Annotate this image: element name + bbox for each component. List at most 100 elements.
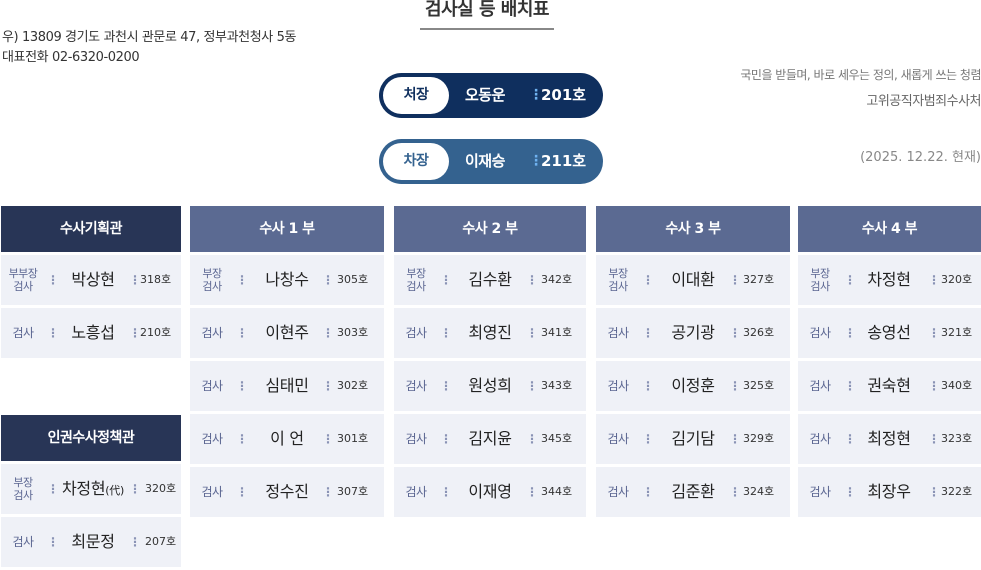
- staff-role: 검사: [201, 325, 223, 340]
- staff-row: 검사 ⋮ 김기담 ⋮ 329호: [596, 414, 790, 464]
- department-section: 수사 1 부 부장 검사 ⋮ 나창수 ⋮ 305호 검사 ⋮ 이현주 ⋮ 303호 검사 ⋮ 심태민 ⋮ 302…: [190, 206, 384, 517]
- separator-icon: ⋮: [322, 273, 334, 287]
- staff-row: 검사 ⋮ 이정훈 ⋮ 325호: [596, 361, 790, 411]
- department-title: 수사 4 부: [798, 206, 981, 252]
- staff-role: 검사: [809, 378, 831, 393]
- room-number: 305호: [337, 273, 369, 286]
- department-title: 수사기획관: [1, 206, 181, 252]
- room-number: 341호: [541, 326, 573, 339]
- staff-row: 부부장 검사 ⋮ 박상현 ⋮ 318호: [1, 255, 181, 305]
- department-section: 수사 3 부 부장 검사 ⋮ 이대환 ⋮ 327호 검사 ⋮ 공기광 ⋮ 326호 검사 ⋮ 이정훈 ⋮ 325…: [596, 206, 790, 517]
- chief-pill: 처장 오동운 ⋮ 201호: [379, 73, 603, 118]
- staff-role: 부장 검사: [406, 267, 426, 293]
- room-number: 321호: [941, 326, 973, 339]
- staff-name: 최영진: [468, 323, 512, 342]
- separator-icon: ⋮: [526, 326, 538, 340]
- room-number: 301호: [337, 432, 369, 445]
- staff-role: 부장 검사: [13, 476, 33, 502]
- leader-room: 201호: [541, 86, 587, 104]
- staff-role: 검사: [809, 484, 831, 499]
- leader-room: 211호: [541, 152, 587, 170]
- room-number: 325호: [743, 379, 775, 392]
- staff-row: 검사 ⋮ 이재영 ⋮ 344호: [394, 467, 586, 517]
- staff-name: 최장우: [867, 482, 911, 501]
- separator-icon: ⋮: [729, 379, 741, 393]
- separator-icon: ⋮: [729, 326, 741, 340]
- staff-name: 최문정: [71, 532, 115, 551]
- separator-icon: ⋮: [526, 273, 538, 287]
- staff-role: 검사: [405, 325, 427, 340]
- page-title: 검사실 등 배치표: [420, 0, 554, 30]
- staff-role: 검사: [405, 484, 427, 499]
- staff-row: 부장 검사 ⋮ 차정현(代) ⋮ 320호: [1, 464, 181, 514]
- staff-role: 부장 검사: [810, 267, 830, 293]
- staff-role: 검사: [12, 325, 34, 340]
- deputy-pill: 차장 이재승 ⋮ 211호: [379, 139, 603, 184]
- staff-row: 검사 ⋮ 김준환 ⋮ 324호: [596, 467, 790, 517]
- acting-suffix: (代): [105, 484, 124, 497]
- room-number: 323호: [941, 432, 973, 445]
- separator-icon: ⋮: [526, 432, 538, 446]
- staff-row: 검사 ⋮ 이 언 ⋮ 301호: [190, 414, 384, 464]
- department-section: 수사 2 부 부장 검사 ⋮ 김수환 ⋮ 342호 검사 ⋮ 최영진 ⋮ 341호 검사 ⋮ 원성희 ⋮ 343…: [394, 206, 586, 517]
- staff-name: 차정현: [867, 270, 911, 289]
- staff-name: 차정현(代): [62, 479, 124, 498]
- staff-name: 김준환: [671, 482, 715, 501]
- staff-row: 검사 ⋮ 송영선 ⋮ 321호: [798, 308, 981, 358]
- as-of-date: (2025. 12.22. 현재): [860, 150, 981, 165]
- address-line: 우) 13809 경기도 과천시 관문로 47, 정부과천청사 5동: [2, 30, 297, 45]
- room-number: 322호: [941, 485, 973, 498]
- staff-name: 공기광: [671, 323, 715, 342]
- room-number: 320호: [145, 482, 177, 495]
- staff-role: 검사: [405, 431, 427, 446]
- staff-name: 이재영: [468, 482, 512, 501]
- department-title: 수사 1 부: [190, 206, 384, 252]
- staff-name: 박상현: [71, 270, 115, 289]
- staff-row: 검사 ⋮ 원성희 ⋮ 343호: [394, 361, 586, 411]
- staff-name: 권숙현: [867, 376, 911, 395]
- separator-icon: ⋮: [928, 326, 940, 340]
- staff-row: 검사 ⋮ 최영진 ⋮ 341호: [394, 308, 586, 358]
- staff-name: 송영선: [867, 323, 911, 342]
- separator-icon: ⋮: [729, 273, 741, 287]
- staff-role: 검사: [607, 484, 629, 499]
- room-number: 329호: [743, 432, 775, 445]
- room-number: 340호: [941, 379, 973, 392]
- leader-name: 오동운: [465, 86, 505, 104]
- staff-role: 검사: [201, 484, 223, 499]
- separator-icon: ⋮: [729, 432, 741, 446]
- staff-row: 검사 ⋮ 심태민 ⋮ 302호: [190, 361, 384, 411]
- room-number: 320호: [941, 273, 973, 286]
- staff-row: 검사 ⋮ 이현주 ⋮ 303호: [190, 308, 384, 358]
- staff-name: 이현주: [265, 323, 309, 342]
- staff-row: 부장 검사 ⋮ 이대환 ⋮ 327호: [596, 255, 790, 305]
- separator-icon: ⋮: [928, 485, 940, 499]
- staff-role: 검사: [607, 378, 629, 393]
- staff-row: 검사 ⋮ 노흥섭 ⋮ 210호: [1, 308, 181, 358]
- staff-name: 나창수: [265, 270, 309, 289]
- staff-role: 검사: [607, 431, 629, 446]
- staff-role: 검사: [12, 534, 34, 549]
- separator-icon: ⋮: [322, 485, 334, 499]
- staff-role: 검사: [809, 325, 831, 340]
- department-title: 인권수사정책관: [1, 415, 181, 461]
- staff-name: 이대환: [671, 270, 715, 289]
- staff-row: 검사 ⋮ 공기광 ⋮ 326호: [596, 308, 790, 358]
- staff-row: 부장 검사 ⋮ 차정현 ⋮ 320호: [798, 255, 981, 305]
- staff-role: 검사: [607, 325, 629, 340]
- leader-role: 차장: [383, 143, 449, 180]
- room-number: 303호: [337, 326, 369, 339]
- separator-icon: ⋮: [729, 485, 741, 499]
- staff-role: 부부장 검사: [8, 267, 38, 293]
- staff-name: 김수환: [468, 270, 512, 289]
- department-section: 수사기획관 부부장 검사 ⋮ 박상현 ⋮ 318호 검사 ⋮ 노흥섭 ⋮ 210호: [1, 206, 181, 358]
- staff-row: 검사 ⋮ 최장우 ⋮ 322호: [798, 467, 981, 517]
- staff-row: 검사 ⋮ 김지윤 ⋮ 345호: [394, 414, 586, 464]
- separator-icon: ⋮: [526, 485, 538, 499]
- staff-row: 검사 ⋮ 정수진 ⋮ 307호: [190, 467, 384, 517]
- room-number: 302호: [337, 379, 369, 392]
- staff-role: 검사: [809, 431, 831, 446]
- agency-name: 고위공직자범죄수사처: [866, 94, 981, 109]
- staff-role: 검사: [201, 378, 223, 393]
- separator-icon: ⋮: [322, 432, 334, 446]
